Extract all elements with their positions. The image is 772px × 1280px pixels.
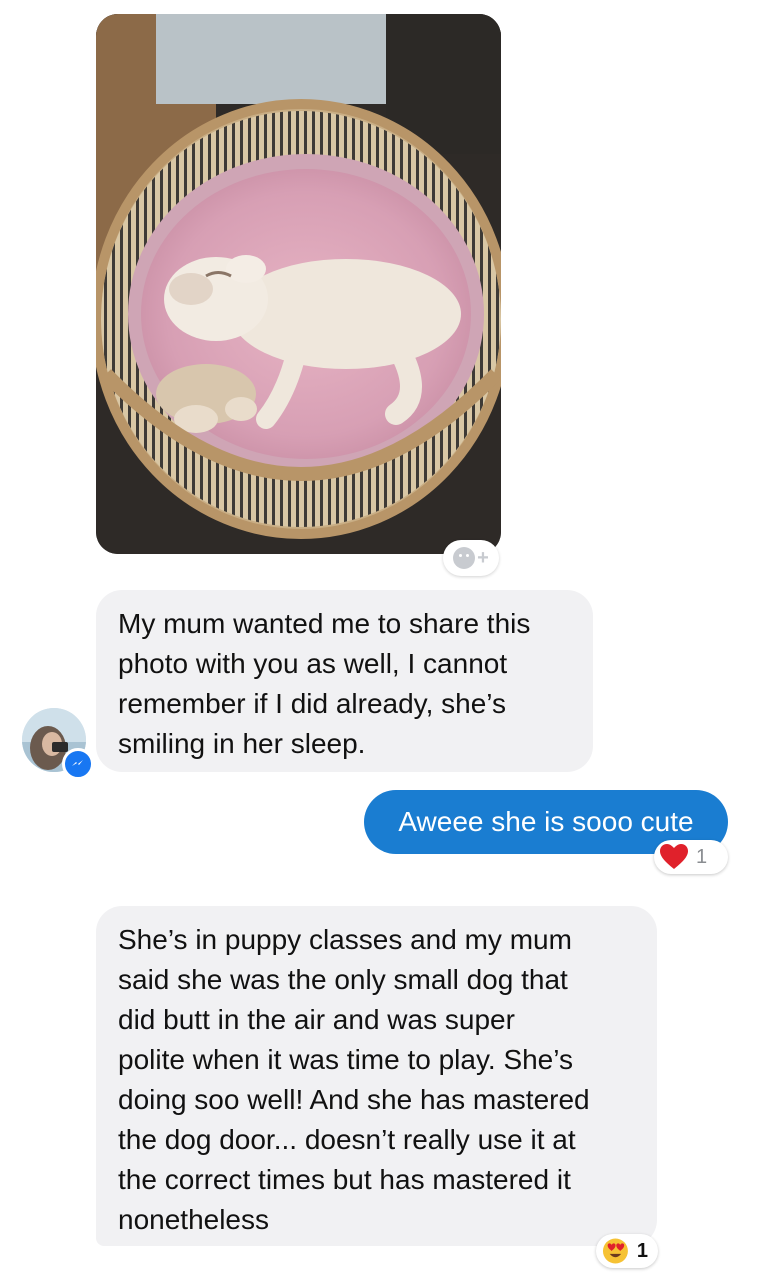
plus-icon: + (477, 547, 489, 569)
puppy-photo (96, 14, 501, 554)
heart-reaction-count: 1 (696, 845, 708, 868)
incoming-message[interactable]: My mum wanted me to share this photo wit… (96, 590, 593, 772)
red-heart-icon (660, 844, 688, 869)
add-reaction-button[interactable]: + (443, 540, 499, 576)
chat-thread: + My mum wanted me to share this photo w… (0, 0, 772, 1280)
outgoing-message-text: Aweee she is sooo cute (398, 806, 694, 837)
love-reaction-chip[interactable]: 1 (596, 1234, 658, 1268)
smiley-icon (453, 547, 476, 569)
heart-reaction-chip[interactable]: 1 (654, 840, 728, 874)
photo-message-puppy-in-basket[interactable] (96, 14, 501, 554)
incoming-message[interactable]: She’s in puppy classes and my mum said s… (96, 906, 657, 1246)
messenger-icon (62, 748, 94, 780)
love-reaction-count: 1 (636, 1239, 648, 1262)
heart-eyes-emoji-icon (602, 1238, 628, 1264)
